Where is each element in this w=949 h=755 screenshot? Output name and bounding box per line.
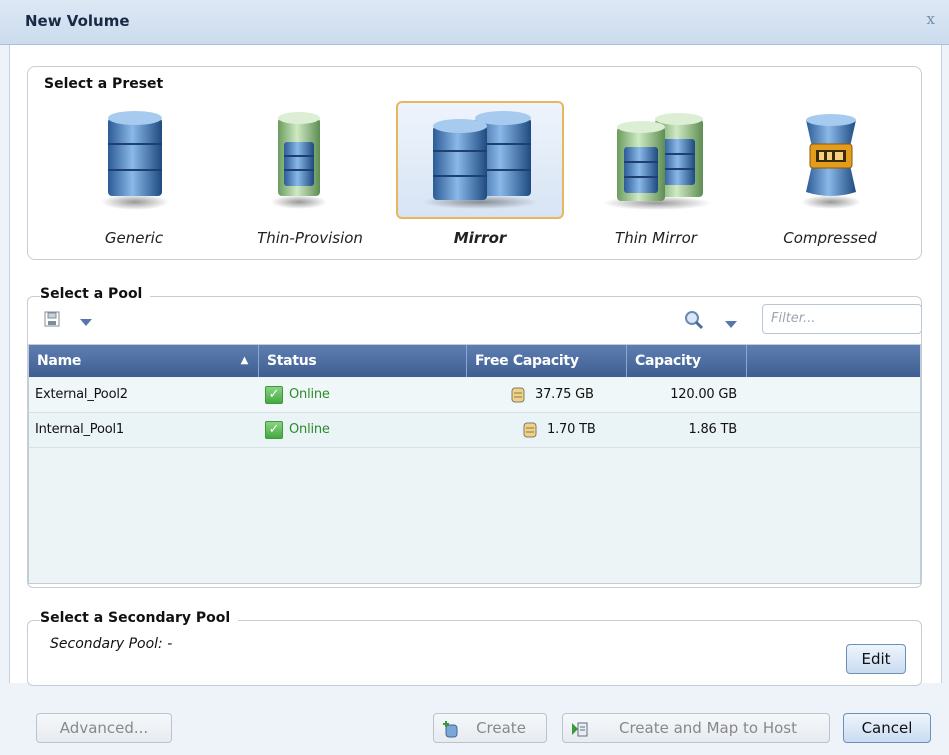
secondary-pool-value: Secondary Pool: - bbox=[50, 636, 173, 652]
create-volume-icon bbox=[443, 721, 458, 738]
preset-label-thin-provision: Thin-Provision bbox=[257, 229, 363, 247]
chevron-down-icon[interactable] bbox=[80, 316, 92, 331]
column-header-capacity[interactable]: Capacity bbox=[627, 345, 747, 377]
create-and-map-label: Create and Map to Host bbox=[618, 719, 797, 737]
secondary-group-rule bbox=[300, 620, 908, 621]
preset-label-compressed: Compressed bbox=[783, 229, 877, 247]
filter-input[interactable]: Filter... bbox=[762, 304, 922, 334]
create-and-map-icon bbox=[572, 722, 588, 737]
cancel-button[interactable]: Cancel bbox=[843, 713, 931, 743]
preset-thin-provision[interactable] bbox=[214, 101, 384, 221]
column-header-status[interactable]: Status bbox=[259, 345, 467, 377]
pool-name: Internal_Pool1 bbox=[35, 422, 124, 437]
online-check-icon: ✓ bbox=[265, 420, 283, 439]
preset-label-thin-mirror: Thin Mirror bbox=[615, 229, 697, 247]
pool-status: ✓ Online bbox=[265, 378, 330, 412]
pool-free-capacity-value: 37.75 GB bbox=[535, 387, 594, 402]
save-icon[interactable] bbox=[44, 311, 60, 331]
online-check-icon: ✓ bbox=[265, 385, 283, 404]
pool-status-label: Online bbox=[289, 422, 330, 437]
preset-generic[interactable] bbox=[50, 101, 220, 221]
preset-thin-mirror[interactable] bbox=[572, 101, 742, 221]
storage-icon bbox=[511, 387, 525, 402]
create-and-map-button[interactable]: Create and Map to Host bbox=[562, 713, 830, 743]
thin-mirror-volume-icon bbox=[603, 113, 711, 210]
pool-table-header: Name ▲ Status Free Capacity Capacity bbox=[29, 345, 920, 377]
secondary-pool-group bbox=[27, 620, 922, 686]
storage-icon bbox=[523, 422, 537, 437]
pool-free-capacity: 1.70 TB bbox=[523, 413, 596, 447]
thin-provision-volume-icon bbox=[271, 112, 327, 209]
generic-volume-icon bbox=[101, 111, 169, 210]
preset-label-mirror: Mirror bbox=[453, 229, 507, 247]
advanced-button[interactable]: Advanced... bbox=[36, 713, 172, 743]
search-icon[interactable] bbox=[683, 309, 705, 335]
dialog-title: New Volume bbox=[25, 12, 130, 30]
pool-group-legend: Select a Pool bbox=[40, 286, 151, 302]
pool-name: External_Pool2 bbox=[35, 387, 128, 402]
secondary-pool-legend: Select a Secondary Pool bbox=[40, 610, 239, 626]
preset-mirror[interactable] bbox=[396, 101, 564, 219]
pool-capacity: 120.00 GB bbox=[670, 387, 737, 402]
pool-free-capacity: 37.75 GB bbox=[511, 378, 594, 412]
edit-button[interactable]: Edit bbox=[846, 644, 906, 674]
column-header-free-capacity[interactable]: Free Capacity bbox=[467, 345, 627, 377]
pool-capacity: 1.86 TB bbox=[688, 422, 737, 437]
mirror-volume-icon bbox=[422, 111, 538, 209]
preset-compressed[interactable] bbox=[746, 101, 916, 221]
close-icon[interactable]: x bbox=[927, 10, 935, 28]
create-button-label: Create bbox=[476, 719, 526, 737]
create-button[interactable]: Create bbox=[433, 713, 547, 743]
table-row[interactable]: External_Pool2 ✓ Online 37.75 GB 120.00 G… bbox=[29, 378, 920, 413]
pool-table: Name ▲ Status Free Capacity Capacity Ext… bbox=[28, 344, 921, 584]
table-row[interactable]: Internal_Pool1 ✓ Online 1.70 TB 1.86 TB bbox=[29, 413, 920, 448]
pool-free-capacity-value: 1.70 TB bbox=[547, 422, 596, 437]
compressed-volume-icon bbox=[801, 114, 861, 209]
pool-status: ✓ Online bbox=[265, 413, 330, 447]
column-header-name[interactable]: Name ▲ bbox=[29, 345, 259, 377]
preset-group-legend: Select a Preset bbox=[44, 76, 172, 92]
dialog-titlebar: New Volume x bbox=[0, 0, 949, 45]
pool-status-label: Online bbox=[289, 387, 330, 402]
pool-group-rule bbox=[178, 296, 908, 297]
preset-label-generic: Generic bbox=[104, 229, 164, 247]
column-header-name-label: Name bbox=[37, 353, 82, 369]
search-options-chevron-icon[interactable] bbox=[725, 318, 737, 333]
sort-ascending-icon: ▲ bbox=[240, 355, 249, 366]
